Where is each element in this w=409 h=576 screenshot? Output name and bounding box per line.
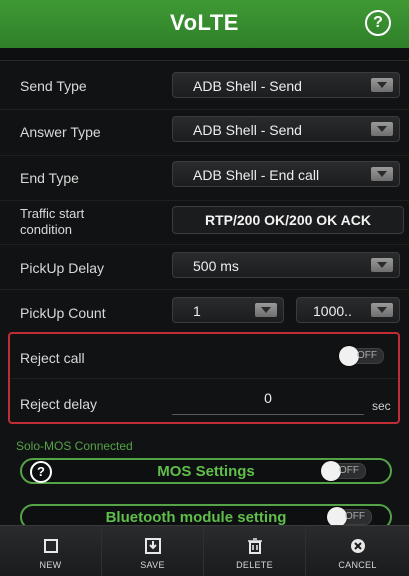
help-icon[interactable]: ? <box>365 10 391 36</box>
mos-settings-button[interactable]: ? MOS Settings OFF <box>20 458 392 484</box>
toggle-knob <box>321 461 341 481</box>
divider <box>0 109 409 110</box>
scroll-top-edge <box>0 48 409 61</box>
delete-label: DELETE <box>236 560 273 570</box>
end-type-value: ADB Shell - End call <box>193 167 320 183</box>
divider <box>0 289 409 290</box>
reject-delay-input[interactable]: 0 <box>172 386 364 415</box>
toggle-state: OFF <box>357 350 377 361</box>
send-type-value: ADB Shell - Send <box>193 78 302 94</box>
end-type-select[interactable]: ADB Shell - End call <box>172 161 400 187</box>
divider <box>0 200 409 201</box>
reject-delay-value: 0 <box>264 390 272 406</box>
pickup-count-value: 1 <box>193 303 201 319</box>
chevron-down-icon <box>371 167 393 181</box>
save-button[interactable]: SAVE <box>102 526 204 576</box>
bottom-toolbar: NEW SAVE DELETE CANCEL <box>0 525 409 576</box>
reject-call-label: Reject call <box>20 350 85 366</box>
traffic-start-button[interactable]: RTP/200 OK/200 OK ACK <box>172 206 404 234</box>
chevron-down-icon <box>371 122 393 136</box>
new-button[interactable]: NEW <box>0 526 102 576</box>
reject-delay-unit: sec <box>372 399 391 413</box>
settings-content: Send Type ADB Shell - Send Answer Type A… <box>0 48 409 530</box>
chevron-down-icon <box>371 303 393 317</box>
divider <box>0 155 409 156</box>
pickup-delay-label: PickUp Delay <box>20 260 105 276</box>
toggle-knob <box>327 507 347 527</box>
new-icon <box>43 539 58 553</box>
traffic-start-label-line1: Traffic start <box>20 206 85 221</box>
new-label: NEW <box>39 560 62 570</box>
chevron-down-icon <box>255 303 277 317</box>
traffic-start-label-line2: condition <box>20 222 73 237</box>
pickup-delay-select[interactable]: 500 ms <box>172 252 400 278</box>
bluetooth-toggle[interactable]: OFF <box>327 507 372 527</box>
app-header: VoLTE ? <box>0 0 409 48</box>
answer-type-value: ADB Shell - Send <box>193 122 302 138</box>
answer-type-select[interactable]: ADB Shell - Send <box>172 116 400 142</box>
solo-mos-status: Solo-MOS Connected <box>16 439 133 453</box>
save-icon <box>144 538 161 554</box>
divider <box>0 244 409 245</box>
chevron-down-icon <box>371 258 393 272</box>
cancel-label: CANCEL <box>338 560 377 570</box>
page-title: VoLTE <box>170 10 239 35</box>
answer-type-label: Answer Type <box>20 124 101 140</box>
pickup-count-select[interactable]: 1 <box>172 297 284 323</box>
toggle-knob <box>339 346 359 366</box>
cancel-button[interactable]: CANCEL <box>306 526 409 576</box>
toggle-state: OFF <box>345 511 365 522</box>
reject-call-toggle[interactable]: OFF <box>339 346 384 366</box>
cancel-icon <box>350 539 365 553</box>
send-type-label: Send Type <box>20 78 87 94</box>
pickup-count-label: PickUp Count <box>20 305 106 321</box>
traffic-start-label: Traffic start condition <box>20 206 84 238</box>
delete-button[interactable]: DELETE <box>204 526 306 576</box>
pickup-count-max-value: 1000.. <box>313 303 352 319</box>
chevron-down-icon <box>371 78 393 92</box>
send-type-select[interactable]: ADB Shell - Send <box>172 72 400 98</box>
pickup-count-max-select[interactable]: 1000.. <box>296 297 400 323</box>
pickup-delay-value: 500 ms <box>193 258 239 274</box>
toggle-state: OFF <box>339 465 359 476</box>
trash-icon <box>247 538 262 554</box>
reject-delay-label: Reject delay <box>20 396 98 412</box>
mos-settings-toggle[interactable]: OFF <box>321 461 366 481</box>
save-label: SAVE <box>140 560 165 570</box>
end-type-label: End Type <box>20 170 79 186</box>
divider <box>10 378 398 379</box>
